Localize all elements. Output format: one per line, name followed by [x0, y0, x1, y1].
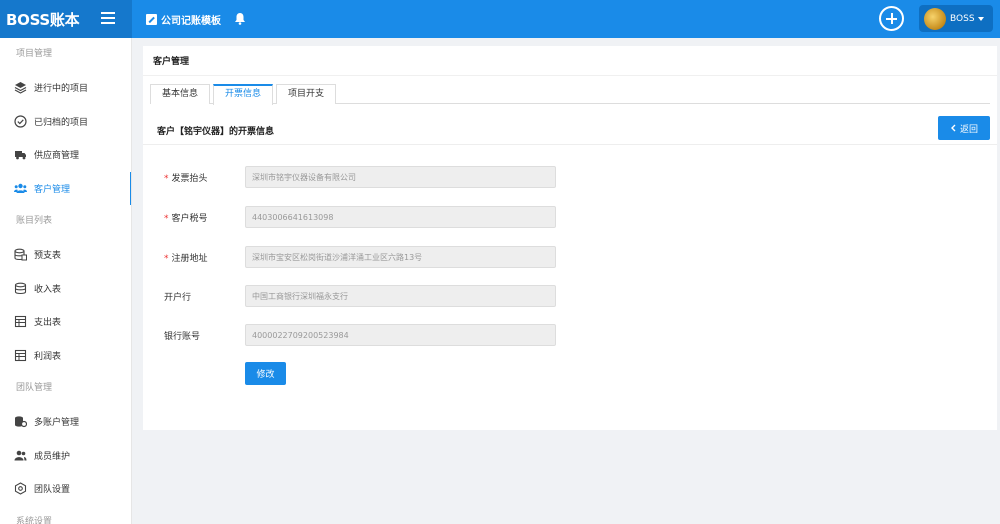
divider	[143, 144, 997, 145]
settings-icon	[14, 482, 27, 495]
field-label: * 发票抬头	[164, 174, 208, 184]
sidebar-item-label: 供应商管理	[34, 151, 80, 162]
sidebar-item-active-projects[interactable]: 进行中的项目	[0, 71, 131, 105]
field-registered-address: * 注册地址	[143, 246, 997, 268]
database-icon	[14, 248, 27, 261]
field-bank-account: 银行账号	[143, 324, 997, 346]
sidebar-item-archived-projects[interactable]: 已归档的项目	[0, 105, 131, 139]
user-group-icon	[14, 450, 27, 461]
sidebar-item-label: 利润表	[34, 351, 62, 362]
tab-project-expense[interactable]: 项目开支	[276, 84, 337, 104]
database-icon	[14, 282, 27, 294]
sidebar-item-label: 已归档的项目	[34, 117, 89, 128]
required-mark: *	[164, 174, 169, 184]
sidebar-item-label: 客户管理	[34, 184, 71, 195]
coins-icon	[15, 416, 27, 428]
sidebar-group-team: 团队管理	[16, 383, 53, 393]
table-icon	[14, 316, 27, 328]
sidebar-item-label: 预支表	[34, 251, 62, 262]
sidebar-item-team-settings[interactable]: 团队设置	[0, 472, 131, 506]
sidebar-item-advance[interactable]: 预支表	[0, 238, 131, 272]
sidebar: 项目管理 进行中的项目 已归档的项目 供应商管理 客户管理 账目列表 预支表 收…	[0, 38, 132, 524]
sidebar-item-label: 支出表	[34, 318, 62, 329]
sidebar-item-label: 成员维护	[34, 451, 71, 462]
tab-bar: 基本信息 开票信息 项目开支	[150, 84, 990, 105]
back-button[interactable]: 返回	[938, 116, 990, 140]
sidebar-item-label: 进行中的项目	[34, 84, 89, 95]
user-menu-button[interactable]: BOSS	[919, 5, 993, 32]
field-invoice-title: * 发票抬头	[143, 166, 997, 188]
sidebar-item-customers[interactable]: 客户管理	[0, 171, 131, 206]
bell-icon[interactable]	[234, 12, 246, 25]
sidebar-group-projects: 项目管理	[16, 49, 53, 59]
invoice-title-input[interactable]	[245, 166, 556, 188]
table-icon	[14, 349, 27, 361]
sidebar-item-members[interactable]: 成员维护	[0, 439, 131, 473]
sidebar-item-profit[interactable]: 利润表	[0, 339, 131, 373]
required-mark: *	[164, 254, 169, 264]
edit-button[interactable]: 修改	[245, 362, 286, 385]
caret-down-icon	[977, 16, 984, 21]
bank-account-input[interactable]	[245, 324, 556, 346]
sidebar-item-label: 团队设置	[34, 485, 71, 496]
bank-input[interactable]	[245, 285, 556, 307]
page-title: 客户管理	[143, 46, 997, 76]
registered-address-input[interactable]	[245, 246, 556, 268]
tab-basic-info[interactable]: 基本信息	[150, 84, 211, 104]
add-button[interactable]	[879, 6, 904, 31]
check-circle-icon	[14, 115, 27, 128]
section-title: 客户【铭宇仪器】的开票信息	[157, 127, 275, 137]
users-icon	[14, 183, 27, 193]
field-label: 银行账号	[164, 332, 201, 342]
sidebar-item-label: 收入表	[34, 284, 62, 295]
avatar	[924, 7, 946, 30]
back-button-label: 返回	[959, 124, 978, 135]
sidebar-item-multi-accounts[interactable]: 多账户管理	[0, 405, 131, 439]
template-link-label: 公司记账模板	[161, 15, 221, 27]
user-name: BOSS	[950, 13, 975, 24]
required-mark: *	[164, 214, 169, 224]
tax-id-input[interactable]	[245, 206, 556, 228]
tab-invoice-info[interactable]: 开票信息	[213, 84, 274, 105]
chevron-left-icon	[950, 124, 956, 132]
truck-icon	[15, 151, 26, 160]
customer-panel: 客户管理 基本信息 开票信息 项目开支 客户【铭宇仪器】的开票信息 返回 * 发票…	[143, 46, 997, 430]
brand: BOSS账本	[0, 0, 132, 38]
field-bank: 开户行	[143, 285, 997, 307]
sidebar-item-income[interactable]: 收入表	[0, 272, 131, 306]
sidebar-group-accounts: 账目列表	[16, 216, 53, 226]
edit-icon	[146, 13, 157, 25]
top-bar: BOSS账本 公司记账模板 BOSS	[0, 0, 1000, 38]
sidebar-item-label: 多账户管理	[34, 418, 80, 429]
brand-name: BOSS账本	[6, 10, 80, 29]
layers-icon	[14, 82, 27, 94]
field-tax-id: * 客户税号	[143, 206, 997, 228]
template-link[interactable]: 公司记账模板	[146, 0, 221, 38]
field-label: * 注册地址	[164, 254, 208, 264]
sidebar-item-expense[interactable]: 支出表	[0, 305, 131, 339]
field-label: * 客户税号	[164, 214, 208, 224]
menu-toggle-icon[interactable]	[101, 12, 115, 24]
sidebar-group-system: 系统设置	[16, 516, 53, 524]
field-label: 开户行	[164, 293, 192, 303]
sidebar-item-suppliers[interactable]: 供应商管理	[0, 138, 131, 172]
